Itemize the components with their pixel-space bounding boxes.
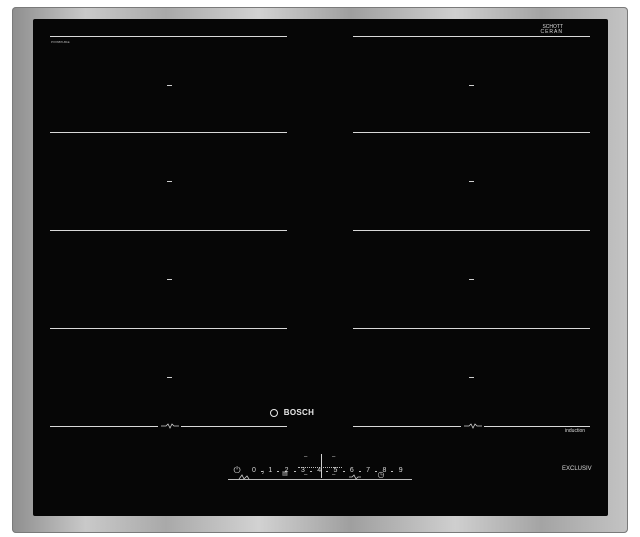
left-zone-1-mark	[167, 85, 172, 86]
zone-selector-divider	[321, 454, 322, 478]
slider-separator-dot	[358, 471, 361, 472]
induction-label: induction	[565, 428, 586, 434]
right-zone-divider-2	[353, 230, 590, 231]
power-level-0[interactable]: 0	[249, 467, 259, 474]
zone-selector-front-right[interactable]: –	[332, 454, 335, 460]
left-zone-bottom-line-b	[181, 426, 287, 427]
right-zone-divider-3	[353, 328, 590, 329]
power-level-1[interactable]: 1	[265, 467, 275, 474]
ceran-text: CERAN	[540, 29, 563, 35]
left-zone-bottom-line-a	[50, 426, 158, 427]
slider-track	[228, 479, 412, 480]
slider-separator-dot	[391, 471, 394, 472]
right-zone-1-mark	[469, 85, 474, 86]
power-level-4[interactable]: 4	[314, 467, 324, 474]
slider-separator-dot	[293, 471, 296, 472]
left-zone-divider-1	[50, 132, 287, 133]
power-level-9[interactable]: 9	[396, 467, 406, 474]
power-level-6[interactable]: 6	[347, 467, 357, 474]
right-flex-wave-icon	[464, 423, 482, 429]
power-level-5[interactable]: 5	[331, 467, 341, 474]
power-level-8[interactable]: 8	[379, 467, 389, 474]
power-level-2[interactable]: 2	[282, 467, 292, 474]
series-label: EXCLUSIV	[562, 466, 592, 472]
right-zone-2-mark	[469, 181, 474, 182]
right-zone-bottom-line-a	[353, 426, 461, 427]
right-zone-bottom-line-b	[484, 426, 590, 427]
model-tag: PXX6B7LB1E	[51, 40, 70, 44]
right-zone-3-mark	[469, 279, 474, 280]
left-flex-wave-icon	[161, 423, 179, 429]
left-zone-divider-3	[50, 328, 287, 329]
power-level-3[interactable]: 3	[298, 467, 308, 474]
left-zone-divider-2	[50, 230, 287, 231]
right-zone-4-mark	[469, 377, 474, 378]
power-button[interactable]: ⏻	[231, 465, 243, 476]
left-zone-top-line	[50, 36, 287, 37]
right-zone-divider-1	[353, 132, 590, 133]
schott-ceran-logo: SCHOTT CERAN	[523, 25, 563, 35]
slider-separator-dot	[342, 471, 345, 472]
slider-separator-dot	[277, 471, 280, 472]
zone-selector-front-left[interactable]: –	[304, 454, 307, 460]
left-zone-2-mark	[167, 181, 172, 182]
left-zone-4-mark	[167, 377, 172, 378]
slider-separator-dot	[375, 471, 378, 472]
left-zone-3-mark	[167, 279, 172, 280]
glass-ceramic-hob	[33, 19, 608, 516]
power-level-7[interactable]: 7	[363, 467, 373, 474]
brand-name: BOSCH	[283, 408, 315, 417]
slider-separator-dot	[261, 471, 263, 472]
power-icon: ⏻	[233, 465, 241, 475]
right-zone-top-line	[353, 36, 590, 37]
slider-separator-dot	[309, 471, 312, 472]
slider-separator-dot	[326, 471, 329, 472]
